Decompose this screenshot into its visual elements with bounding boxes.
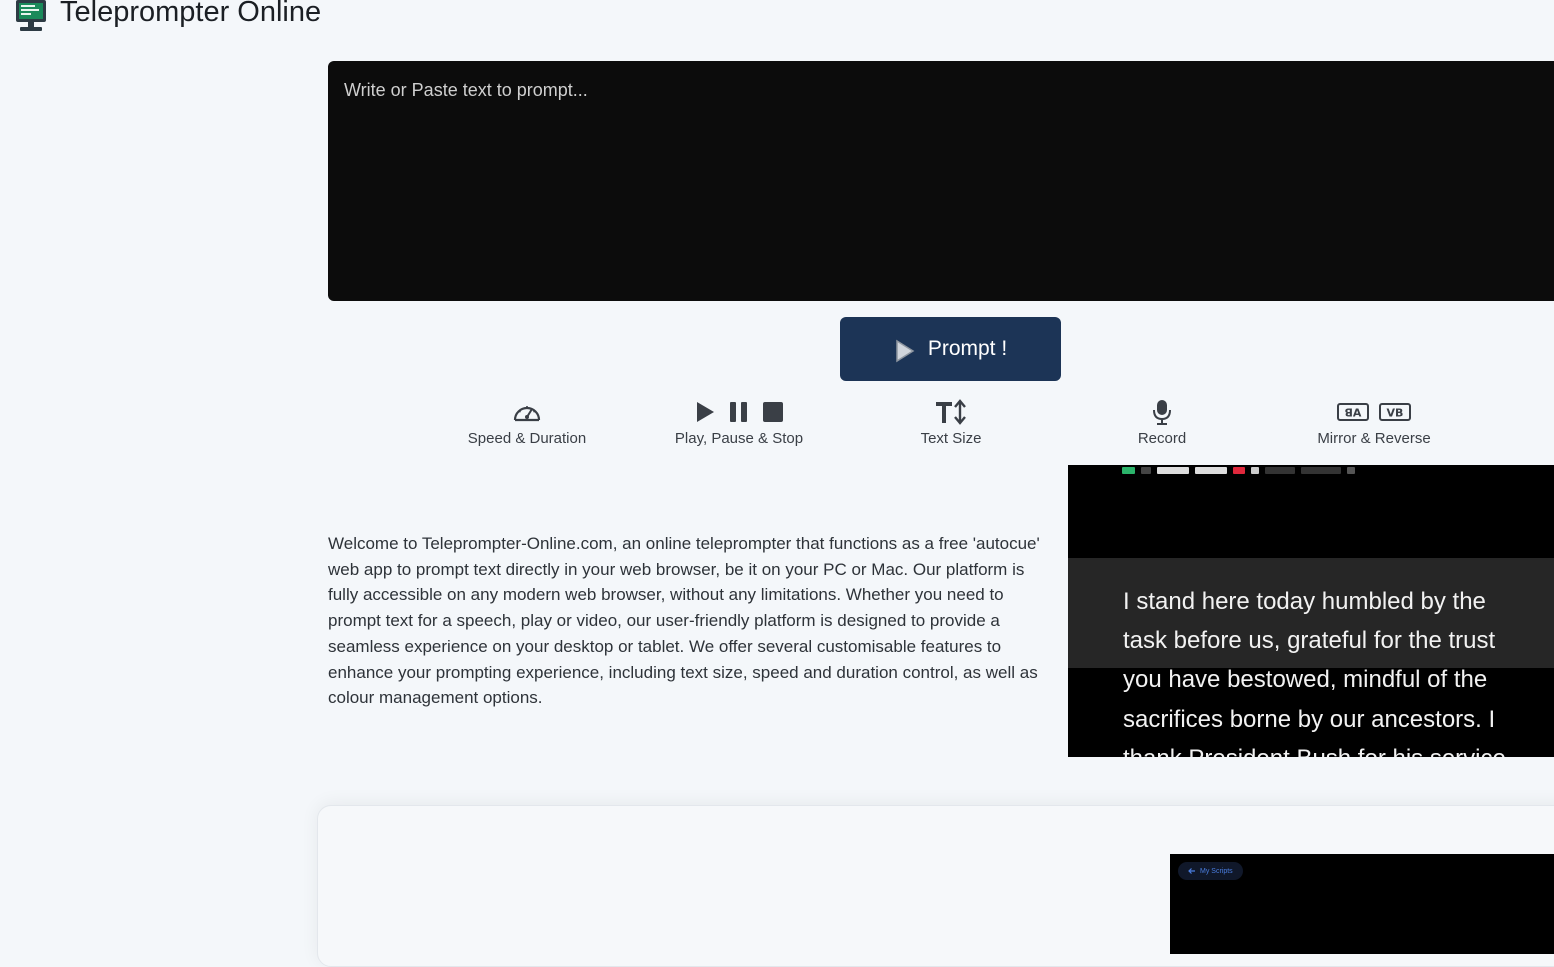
my-scripts-label: My Scripts [1200, 867, 1233, 875]
svg-text:ꓭA: ꓭA [1345, 407, 1362, 420]
feature-speed-duration: Speed & Duration [457, 398, 597, 447]
site-header: Teleprompter Online [14, 0, 321, 36]
text-size-icon [936, 399, 966, 425]
script-input[interactable] [328, 61, 1554, 301]
pause-icon[interactable] [727, 400, 751, 424]
my-scripts-button: My Scripts [1178, 862, 1243, 880]
arrow-left-icon [1188, 868, 1195, 874]
monitor-icon[interactable] [14, 0, 48, 33]
feature-label: Text Size [920, 430, 982, 447]
stop-icon[interactable] [761, 400, 785, 424]
play-icon[interactable] [693, 400, 717, 424]
script-editor [328, 61, 1554, 301]
feature-label: Speed & Duration [467, 430, 587, 447]
scripts-preview-image: My Scripts [1170, 854, 1554, 954]
play-icon [896, 339, 915, 362]
teleprompter-preview-image: I stand here today humbled by the task b… [1068, 465, 1554, 757]
feature-label: Mirror & Reverse [1317, 430, 1431, 447]
feature-label: Record [1137, 430, 1187, 447]
reverse-icon[interactable]: VB [1379, 402, 1411, 422]
prompt-button[interactable]: Prompt ! [840, 317, 1061, 381]
feature-play-pause-stop: Play, Pause & Stop [664, 398, 814, 447]
site-title[interactable]: Teleprompter Online [60, 0, 321, 29]
feature-text-size: Text Size [896, 398, 1006, 447]
mirror-icon[interactable]: ꓭA [1337, 402, 1369, 422]
feature-mirror-reverse: ꓭA VB Mirror & Reverse [1304, 398, 1444, 447]
microphone-icon[interactable] [1151, 399, 1173, 425]
svg-text:VB: VB [1387, 407, 1404, 420]
feature-record: Record [1112, 398, 1212, 447]
speedometer-icon [513, 406, 541, 422]
preview-toolbar [1122, 465, 1355, 475]
feature-label: Play, Pause & Stop [674, 430, 804, 447]
welcome-paragraph: Welcome to Teleprompter-Online.com, an o… [328, 534, 1040, 708]
prompt-button-label: Prompt ! [927, 337, 1008, 360]
preview-script-text: I stand here today humbled by the task b… [1123, 588, 1506, 757]
